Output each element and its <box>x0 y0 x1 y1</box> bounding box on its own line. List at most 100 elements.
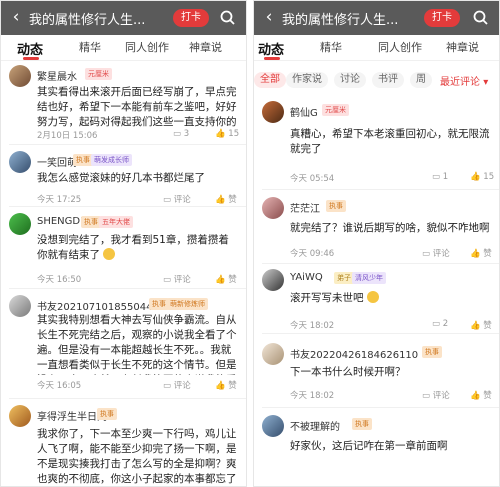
top-bar: ‹ 我的属性修行人生... 打卡 <box>254 1 499 35</box>
avatar[interactable] <box>262 415 284 437</box>
post-content[interactable]: 真糟心，希望下本老滚重回初心，就无限流就完了 <box>290 127 491 159</box>
comment-button[interactable]: ▭ 评论 <box>422 247 450 259</box>
post-content[interactable]: 其实我特别想看大神去写仙侠争霸流。自从长生不死完结之后，观察的小说我全看了个遍。… <box>37 313 238 375</box>
username[interactable]: 书友20210710185504401 <box>37 298 165 313</box>
username[interactable]: 一笑回萌 <box>37 154 77 169</box>
like-button[interactable]: 👍 赞 <box>215 273 237 285</box>
post-meta: 今天 18:02 ▭ 2 👍 赞 <box>290 319 492 333</box>
comment-icon: ▭ <box>422 249 431 259</box>
post-content[interactable]: 我怎么感觉滚妹的好几本书都烂尾了 <box>37 171 238 186</box>
list-item[interactable]: 茫茫江 执事 就完结了？谁说后期写的啥，貌似不咋地啊 今天 09:46 ▭ 评论… <box>254 197 499 261</box>
sort-label: 最近评论 <box>440 77 480 88</box>
tab-chapter-talk[interactable]: 神章说 <box>446 39 479 55</box>
comment-button[interactable]: ▭ 评论 <box>163 273 191 285</box>
search-icon[interactable] <box>219 9 237 27</box>
username[interactable]: SHENGDI <box>37 216 83 227</box>
filter-discussion[interactable]: 讨论 <box>334 72 366 88</box>
comment-label: 评论 <box>173 381 191 391</box>
user-badge: 弟子 <box>334 272 354 284</box>
comment-count: 1 <box>442 172 449 182</box>
like-label: 赞 <box>483 321 492 331</box>
post-time: 今天 05:54 <box>290 174 335 184</box>
avatar[interactable] <box>9 151 31 173</box>
post-content[interactable]: 好家伙，这后记咋在第一章前面啊 <box>290 439 491 455</box>
username[interactable]: 繁星晨水 <box>37 68 77 83</box>
like-button[interactable]: 👍 赞 <box>470 247 492 259</box>
like-button[interactable]: 👍 赞 <box>215 379 237 391</box>
username[interactable]: 茫茫江 <box>290 200 320 215</box>
filter-week[interactable]: 周 <box>410 72 432 88</box>
user-badge: 执事 <box>97 408 117 420</box>
tab-fan-creation[interactable]: 同人创作 <box>125 39 169 55</box>
post-content[interactable]: 其实看得出来滚开后面已经写崩了，早点完结也好，希望下一本能有前车之鉴吧，好好努力… <box>37 85 238 130</box>
tab-dynamics[interactable]: 动态 <box>17 39 43 58</box>
search-icon[interactable] <box>472 9 490 27</box>
filter-review[interactable]: 书评 <box>372 72 404 88</box>
avatar[interactable] <box>262 269 284 291</box>
list-item[interactable]: 不被理解的 执事 好家伙，这后记咋在第一章前面啊 <box>254 415 499 486</box>
filter-author-says[interactable]: 作家说 <box>286 72 328 88</box>
filter-bar: 全部 作家说 讨论 书评 周 最近评论 ▾ <box>254 69 499 91</box>
back-arrow-icon[interactable]: ‹ <box>260 7 278 27</box>
like-icon: 👍 <box>215 381 226 391</box>
post-content[interactable]: 我求你了，下一本至少爽一下行吗，鸡儿让人飞了啊，能不能至少抑完了扬一下啊，是不是… <box>37 427 238 486</box>
tab-featured[interactable]: 精华 <box>79 39 101 55</box>
divider <box>262 263 499 264</box>
list-item[interactable]: SHENGDI 执事 五年大佬 没想到完结了，我才看到51章，攒着攒着你就有结束… <box>1 213 246 285</box>
like-button[interactable]: 👍 赞 <box>470 389 492 401</box>
username[interactable]: 鹤仙G <box>290 104 318 119</box>
avatar[interactable] <box>9 405 31 427</box>
post-time: 今天 18:02 <box>290 321 335 331</box>
tab-indicator <box>264 57 280 60</box>
list-item[interactable]: 一笑回萌 执事 萌发成长师 我怎么感觉滚妹的好几本书都烂尾了 今天 17:25 … <box>1 151 246 205</box>
comment-button[interactable]: ▭ 3 <box>173 129 189 139</box>
comment-button[interactable]: ▭ 评论 <box>163 379 191 391</box>
checkin-button[interactable]: 打卡 <box>173 9 209 27</box>
filter-all[interactable]: 全部 <box>254 72 286 88</box>
user-title-badge: 萌新修炼师 <box>167 298 208 310</box>
avatar[interactable] <box>9 213 31 235</box>
comment-icon: ▭ <box>432 319 441 329</box>
list-item[interactable]: 享得浮生半日闲 执事 我求你了，下一本至少爽一下行吗，鸡儿让人飞了啊，能不能至少… <box>1 405 246 486</box>
user-title-badge: 萌发成长师 <box>91 154 132 166</box>
avatar[interactable] <box>9 295 31 317</box>
like-button[interactable]: 👍 15 <box>215 129 239 139</box>
avatar[interactable] <box>262 101 284 123</box>
username[interactable]: 不被理解的 <box>290 418 340 433</box>
post-content[interactable]: 下一本书什么时候开啊？ <box>290 365 491 380</box>
post-content[interactable]: 滚开写写未世吧 <box>290 291 491 307</box>
tab-featured[interactable]: 精华 <box>320 39 342 55</box>
like-label: 赞 <box>483 249 492 259</box>
list-item[interactable]: 繁星晨水 元厘米 其实看得出来滚开后面已经写崩了，早点完结也好，希望下一本能有前… <box>1 65 246 141</box>
like-icon: 👍 <box>470 391 481 401</box>
comment-button[interactable]: ▭ 1 <box>432 172 448 182</box>
list-item[interactable]: 书友20210710185504401 执事 萌新修炼师 其实我特别想看大神去写… <box>1 295 246 395</box>
avatar[interactable] <box>262 343 284 365</box>
tab-chapter-talk[interactable]: 神章说 <box>189 39 222 55</box>
avatar[interactable] <box>262 197 284 219</box>
like-button[interactable]: 👍 赞 <box>215 193 237 205</box>
avatar[interactable] <box>9 65 31 87</box>
list-item[interactable]: 书友20220426184626110 执事 下一本书什么时候开啊？ 今天 18… <box>254 343 499 409</box>
like-label: 赞 <box>483 391 492 401</box>
list-item[interactable]: 鹤仙G 元厘米 真糟心，希望下本老滚重回初心，就无限流就完了 今天 05:54 … <box>254 101 499 189</box>
post-content[interactable]: 没想到完结了，我才看到51章，攒着攒着你就有结束了 <box>37 233 238 265</box>
sort-dropdown[interactable]: 最近评论 ▾ <box>440 73 488 88</box>
user-title-badge: 五年大佬 <box>99 216 133 228</box>
username[interactable]: 书友20220426184626110 <box>290 346 418 361</box>
list-item[interactable]: YAiWQ 弟子 清风少年 滚开写写未世吧 今天 18:02 ▭ 2 👍 赞 <box>254 269 499 331</box>
comment-button[interactable]: ▭ 2 <box>432 319 448 329</box>
comment-button[interactable]: ▭ 评论 <box>163 193 191 205</box>
post-meta: 今天 18:02 ▭ 评论 👍 赞 <box>290 389 492 403</box>
back-arrow-icon[interactable]: ‹ <box>7 7 25 27</box>
checkin-button[interactable]: 打卡 <box>424 9 460 27</box>
tab-fan-creation[interactable]: 同人创作 <box>378 39 422 55</box>
post-meta: 今天 05:54 ▭ 1 👍 15 <box>290 172 494 186</box>
like-count: 15 <box>228 129 240 139</box>
username[interactable]: YAiWQ <box>290 272 323 283</box>
post-content[interactable]: 就完结了？谁说后期写的啥，貌似不咋地啊 <box>290 221 491 236</box>
like-button[interactable]: 👍 15 <box>470 172 494 182</box>
tab-dynamics[interactable]: 动态 <box>258 39 284 58</box>
like-button[interactable]: 👍 赞 <box>470 319 492 331</box>
comment-button[interactable]: ▭ 评论 <box>422 389 450 401</box>
